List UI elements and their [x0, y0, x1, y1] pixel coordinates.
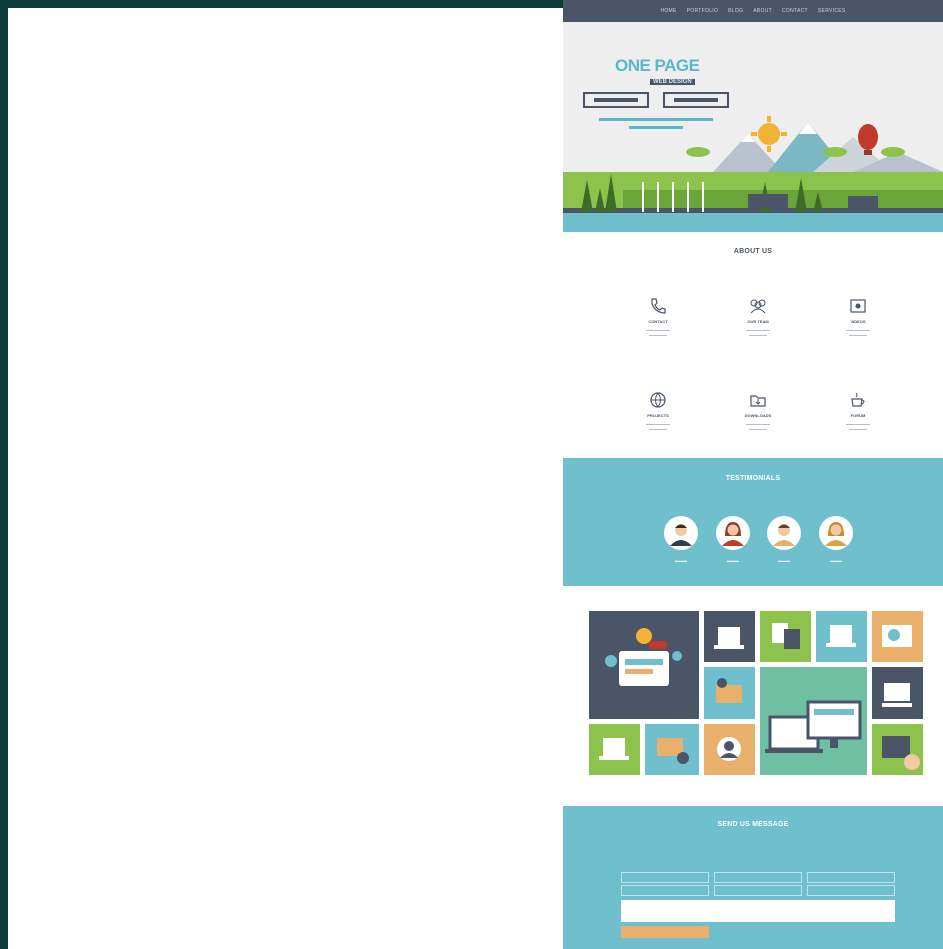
hero-subtitle: WEB DESIGN — [650, 79, 695, 85]
feature-label: PROJECTS — [647, 413, 669, 418]
feature-projects[interactable]: PROJECTS ▬▬▬▬▬▬▬▬ ▬▬▬▬▬▬ — [613, 390, 703, 432]
tile-documents[interactable] — [760, 611, 811, 662]
tile-mobile[interactable] — [872, 724, 923, 775]
feature-label: OUR TEAM — [747, 319, 769, 324]
testimonial-person-3[interactable]: ▬▬▬ — [764, 516, 804, 563]
feature-label: CONTACT — [648, 319, 668, 324]
hero-section: ONE PAGE WEB DESIGN — [563, 22, 943, 232]
testimonial-person-1[interactable]: ▬▬▬ — [661, 516, 701, 563]
avatar — [767, 516, 801, 550]
tile-folder-2[interactable] — [872, 667, 923, 719]
person-name: ▬▬▬ — [778, 558, 790, 563]
nav-item-portfolio[interactable]: Portfolio — [687, 8, 719, 14]
email-field[interactable] — [714, 872, 802, 883]
contact-section: SEND US MESSAGE — [563, 806, 943, 949]
nav-item-contact[interactable]: Contact — [782, 8, 808, 14]
feature-text: ▬▬▬▬▬▬▬▬ ▬▬▬▬▬▬ — [746, 328, 770, 337]
testimonial-person-2[interactable]: ▬▬▬ — [713, 516, 753, 563]
message-textarea[interactable] — [621, 900, 895, 922]
testimonial-person-4[interactable]: ▬▬▬ — [816, 516, 856, 563]
feature-downloads[interactable]: DOWNLOADS ▬▬▬▬▬▬▬▬ ▬▬▬▬▬▬ — [713, 390, 803, 432]
tile-user[interactable] — [704, 724, 755, 775]
landscape-illustration — [563, 116, 943, 232]
tile-large-illustration[interactable] — [589, 611, 699, 719]
tile-print-3[interactable] — [589, 724, 640, 775]
avatar — [664, 516, 698, 550]
tile-print[interactable] — [704, 611, 755, 662]
tile-print-2[interactable] — [816, 611, 867, 662]
hero-title: ONE PAGE — [615, 56, 700, 75]
feature-text: ▬▬▬▬▬▬▬▬ ▬▬▬▬▬▬ — [646, 328, 670, 337]
person-name: ▬▬▬ — [830, 558, 842, 563]
feature-label: DOWNLOADS — [744, 413, 772, 418]
team-icon — [750, 299, 766, 314]
phone-field[interactable] — [621, 885, 709, 896]
tile-devices[interactable] — [760, 667, 867, 775]
tile-folder[interactable] — [704, 667, 755, 719]
feature-text: ▬▬▬▬▬▬▬▬ ▬▬▬▬▬▬ — [646, 422, 670, 431]
nav-item-about[interactable]: About — [753, 8, 772, 14]
city-field[interactable] — [714, 885, 802, 896]
feature-contact[interactable]: CONTACT ▬▬▬▬▬▬▬▬ ▬▬▬▬▬▬ — [613, 296, 703, 338]
avatar — [716, 516, 750, 550]
video-icon — [850, 299, 866, 313]
hero-decor-line — [599, 118, 713, 121]
contact-title: SEND US MESSAGE — [717, 821, 789, 828]
coffee-icon — [851, 392, 865, 407]
website-field[interactable] — [807, 872, 895, 883]
name-field[interactable] — [621, 872, 709, 883]
feature-our-team[interactable]: OUR TEAM ▬▬▬▬▬▬▬▬ ▬▬▬▬▬▬ — [713, 296, 803, 338]
testimonials-section: TESTIMONIALS ▬▬▬ ▬▬▬ ▬▬▬ ▬▬▬ — [563, 458, 943, 586]
testimonials-title: TESTIMONIALS — [725, 475, 781, 482]
top-nav: Home Portfolio Blog About Contact Servic… — [563, 0, 943, 22]
send-message-button[interactable] — [621, 926, 709, 938]
download-icon — [750, 395, 766, 407]
nav-item-blog[interactable]: Blog — [728, 8, 743, 14]
globe-icon — [650, 392, 666, 408]
phone-icon — [651, 298, 666, 314]
tile-mail[interactable] — [645, 724, 699, 775]
person-name: ▬▬▬ — [675, 558, 687, 563]
avatar — [819, 516, 853, 550]
about-section: ABOUT US CONTACT ▬▬▬▬▬▬▬▬ ▬▬▬▬▬▬ OUR TEAM… — [563, 232, 943, 458]
portfolio-mosaic — [563, 586, 943, 806]
feature-text: ▬▬▬▬▬▬▬▬ ▬▬▬▬▬▬ — [846, 328, 870, 337]
feature-videos[interactable]: VIDEOS ▬▬▬▬▬▬▬▬ ▬▬▬▬▬▬ — [813, 296, 903, 338]
feature-label: VIDEOS — [850, 319, 866, 324]
nav-item-services[interactable]: Services — [818, 8, 846, 14]
website-template-preview: Home Portfolio Blog About Contact Servic… — [563, 0, 943, 949]
tile-photos[interactable] — [872, 611, 923, 662]
hero-button-right[interactable] — [663, 92, 729, 108]
feature-forum[interactable]: FORUM ▬▬▬▬▬▬▬▬ ▬▬▬▬▬▬ — [813, 390, 903, 432]
feature-label: FORUM — [850, 413, 866, 418]
country-field[interactable] — [807, 885, 895, 896]
person-name: ▬▬▬ — [727, 558, 739, 563]
feature-text: ▬▬▬▬▬▬▬▬ ▬▬▬▬▬▬ — [846, 422, 870, 431]
hero-button-left[interactable] — [583, 92, 649, 108]
hero-decor-line-short — [629, 126, 683, 129]
about-title: ABOUT US — [733, 248, 773, 255]
nav-item-home[interactable]: Home — [660, 8, 676, 14]
feature-text: ▬▬▬▬▬▬▬▬ ▬▬▬▬▬▬ — [746, 422, 770, 431]
